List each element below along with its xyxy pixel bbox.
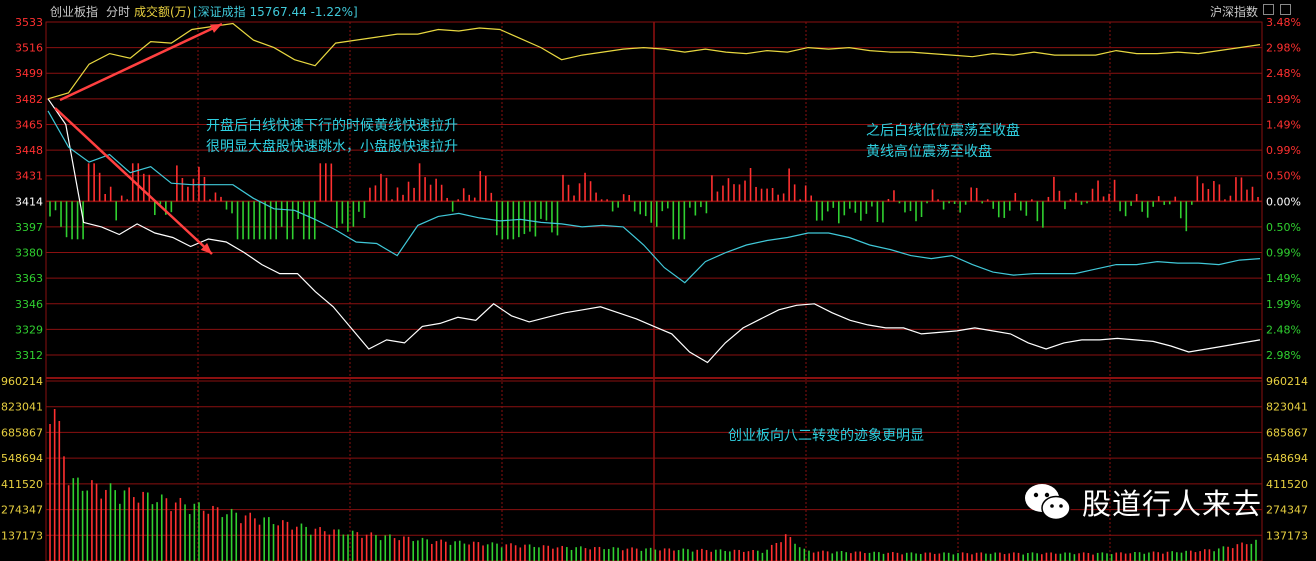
- wechat-icon: [1025, 484, 1071, 521]
- pct-tick-label: 0.50%: [1266, 170, 1301, 183]
- pct-tick-label: 1.99%: [1266, 93, 1301, 106]
- pct-tick-label: 0.99%: [1266, 247, 1301, 260]
- price-tick-label: 3380: [15, 247, 43, 260]
- volume-tick-label: 411520: [1, 478, 43, 491]
- volume-tick-label: 685867: [1, 426, 43, 439]
- szci-label: [深证成指 15767.44 -1.22%]: [193, 5, 358, 19]
- price-tick-label: 3516: [15, 42, 43, 55]
- pct-tick-label: 0.50%: [1266, 221, 1301, 234]
- minimize-icon[interactable]: [1263, 4, 1274, 15]
- volume-tick-label: 823041: [1, 401, 43, 414]
- annotation-left-line1: 开盘后白线快速下行的时候黄线快速拉升: [206, 118, 458, 134]
- pct-tick-label: 2.98%: [1266, 349, 1301, 362]
- price-tick-label: 3465: [15, 118, 43, 131]
- pct-tick-label: 2.48%: [1266, 67, 1301, 80]
- price-tick-label: 3499: [15, 67, 43, 80]
- volume-tick-label: 137173: [1, 529, 43, 542]
- volume-tick-label-right: 274347: [1266, 504, 1308, 517]
- pct-tick-label: 0.99%: [1266, 144, 1301, 157]
- price-tick-label: 3329: [15, 323, 43, 336]
- annotation-volume: 创业板向八二转变的迹象更明显: [728, 428, 924, 444]
- index-title: 创业板指: [50, 5, 99, 19]
- volume-tick-label-right: 823041: [1266, 401, 1308, 414]
- arrow-down: [54, 107, 213, 255]
- volume-tick-label-right: 960214: [1266, 375, 1308, 388]
- pct-tick-label: 2.48%: [1266, 323, 1301, 336]
- price-tick-label: 3363: [15, 272, 43, 285]
- pct-tick-label: 1.49%: [1266, 118, 1301, 131]
- price-tick-label: 3431: [15, 170, 43, 183]
- pct-tick-label: 1.49%: [1266, 272, 1301, 285]
- annotation-right: 之后白线低位震荡至收盘 黄线高位震荡至收盘: [866, 121, 1020, 163]
- annotation-right-line1: 之后白线低位震荡至收盘: [866, 123, 1020, 139]
- maximize-icon[interactable]: [1280, 4, 1291, 15]
- volume-tick-label: 274347: [1, 504, 43, 517]
- watermark-text: 股道行人来去: [1082, 487, 1263, 521]
- pct-tick-label: 3.48%: [1266, 16, 1301, 29]
- price-tick-label: 3312: [15, 349, 43, 362]
- watermark: 股道行人来去: [1022, 480, 1262, 524]
- pct-tick-label: 0.00%: [1266, 195, 1301, 208]
- mode-label[interactable]: 分时: [106, 3, 130, 20]
- volume-tick-label-right: 548694: [1266, 452, 1308, 465]
- market-index-label[interactable]: 沪深指数: [1210, 3, 1258, 20]
- price-tick-label: 3346: [15, 298, 43, 311]
- intraday-chart: 3533 3.48% 3516 2.98% 3499 2.48% 3482 1.99% 3465…: [1, 16, 1308, 561]
- volume-tick-label-right: 685867: [1266, 426, 1308, 439]
- annotation-left-line2: 很明显大盘股快速跳水，小盘股快速拉升: [206, 139, 458, 155]
- volume-tick-label: 960214: [1, 375, 43, 388]
- price-tick-label: 3448: [15, 144, 43, 157]
- price-tick-label: 3414: [15, 195, 43, 208]
- price-tick-label: 3533: [15, 16, 43, 29]
- annotation-right-line2: 黄线高位震荡至收盘: [866, 144, 992, 160]
- annotation-arrows: [54, 22, 223, 255]
- pct-tick-label: 2.98%: [1266, 42, 1301, 55]
- price-tick-label: 3397: [15, 221, 43, 234]
- volume-tick-label: 548694: [1, 452, 43, 465]
- annotation-left: 开盘后白线快速下行的时候黄线快速拉升 很明显大盘股快速跳水，小盘股快速拉升: [206, 116, 458, 158]
- volume-tick-label-right: 137173: [1266, 529, 1308, 542]
- pct-tick-label: 1.99%: [1266, 298, 1301, 311]
- volume-label: 成交额(万): [134, 5, 192, 19]
- volume-tick-label-right: 411520: [1266, 478, 1308, 491]
- price-tick-label: 3482: [15, 93, 43, 106]
